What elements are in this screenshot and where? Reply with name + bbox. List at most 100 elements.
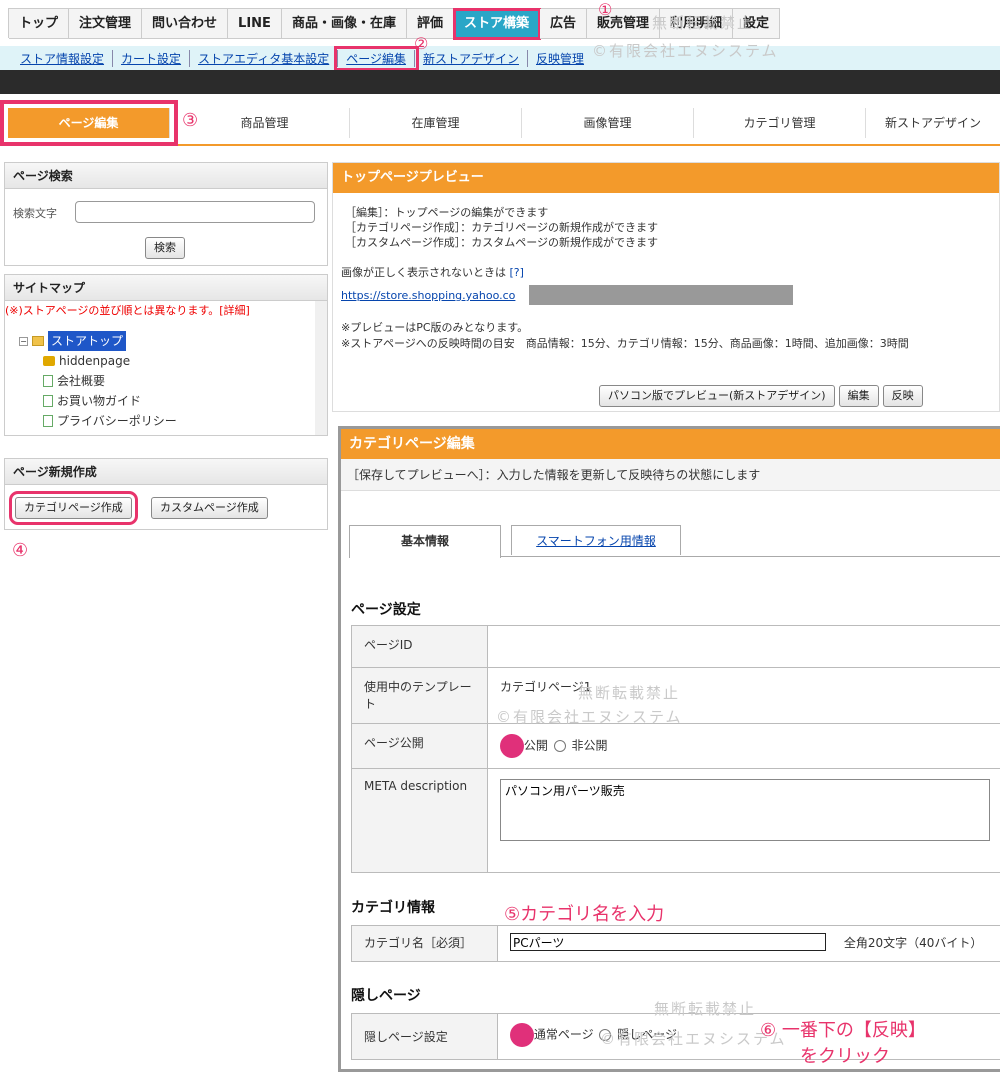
help-line: ［カテゴリページ作成］：カテゴリページの新規作成ができます — [345, 221, 659, 234]
tab-products[interactable]: 商品・画像・在庫 — [281, 9, 407, 39]
watermark-text: ©有限会社エヌシステム — [496, 708, 683, 726]
subnav-store-info[interactable]: ストア情報設定 — [12, 50, 114, 67]
tree-node-label: お買い物ガイド — [57, 394, 142, 408]
normal-page-label: 通常ページ — [533, 1027, 594, 1042]
section-page-settings: ページ設定 — [351, 602, 421, 618]
annotation-step5: ⑤カテゴリ名を入力 — [504, 904, 665, 925]
tree-node-label: hiddenpage — [59, 354, 131, 368]
tab-inquiries[interactable]: 問い合わせ — [142, 9, 229, 39]
tab-new-store-design[interactable]: 新ストアデザイン — [866, 108, 1000, 138]
tree-node-hiddenpage[interactable]: hiddenpage — [19, 351, 177, 371]
image-note-text: 画像が正しく表示されないときは — [341, 266, 506, 279]
tree-node-guide[interactable]: お買い物ガイド — [19, 391, 177, 411]
dark-bar — [0, 70, 1000, 94]
preview-note: ※ストアページへの反映時間の目安 商品情報：15分、カテゴリ情報：15分、商品画… — [341, 337, 909, 350]
tab-store-build[interactable]: ストア構築 — [452, 8, 541, 40]
new-page-title: ページ新規作成 — [5, 459, 327, 485]
folder-icon — [32, 336, 44, 346]
subnav-page-edit[interactable]: ページ編集 — [334, 46, 419, 71]
annotation-step1: ① — [598, 0, 613, 19]
tab-category-manage[interactable]: カテゴリ管理 — [694, 108, 866, 138]
search-label: 検索文字 — [13, 207, 57, 220]
page-icon — [43, 375, 53, 387]
top-page-preview-panel: トップページプレビュー ［編集］：トップページの編集ができます ［カテゴリページ… — [332, 162, 1000, 412]
template-label: 使用中のテンプレート — [351, 667, 488, 724]
publish-options: 公開 非公開 — [487, 723, 1000, 769]
watermark-text: 無断転載禁止 — [652, 14, 755, 32]
subnav-reflect[interactable]: 反映管理 — [528, 50, 592, 67]
category-page-edit-panel: カテゴリページ編集 ［保存してプレビューへ］：入力した情報を更新して反映待ちの状… — [338, 426, 1000, 1072]
subnav-cart[interactable]: カート設定 — [113, 50, 191, 67]
hidden-setting-label: 隠しページ設定 — [351, 1013, 498, 1060]
new-page-panel: ページ新規作成 カテゴリページ作成 カスタムページ作成 — [4, 458, 328, 530]
meta-description-input[interactable]: パソコン用パーツ販売 — [500, 779, 990, 841]
edit-button[interactable]: 編集 — [838, 385, 879, 407]
redaction-bar — [529, 285, 793, 305]
category-edit-title: カテゴリページ編集 — [341, 429, 1000, 459]
search-button[interactable]: 検索 — [145, 237, 185, 259]
subnav-editor-settings[interactable]: ストアエディタ基本設定 — [190, 50, 339, 67]
watermark-text: 無断転載禁止 — [578, 684, 681, 702]
category-edit-tabs: 基本情報 スマートフォン用情報 — [349, 525, 1000, 558]
sitemap-tree: − ストアトップ hiddenpage 会社概要 お買い物ガイド プライバシーポ… — [19, 331, 177, 431]
publish-on-radio[interactable] — [500, 734, 524, 758]
page-icon — [43, 415, 53, 427]
tab-top[interactable]: トップ — [9, 9, 70, 39]
meta-description-cell: パソコン用パーツ販売 — [487, 768, 1000, 873]
section-hidden-page: 隠しページ — [351, 988, 421, 1004]
watermark-text: 無断転載禁止 — [654, 1000, 757, 1018]
collapse-icon[interactable]: − — [19, 336, 28, 346]
category-name-hint: 全角20文字（40バイト） — [843, 935, 983, 950]
store-url-link[interactable]: https://store.shopping.yahoo.co — [341, 289, 515, 302]
sitemap-detail-link[interactable]: [詳細] — [219, 304, 250, 317]
image-help-link[interactable]: [?] — [510, 266, 524, 279]
tree-node-root[interactable]: − ストアトップ — [19, 331, 177, 351]
tab-page-edit[interactable]: ページ編集 — [0, 100, 178, 146]
page-search-title: ページ検索 — [5, 163, 327, 189]
preview-help: ［編集］：トップページの編集ができます ［カテゴリページ作成］：カテゴリページの… — [345, 205, 658, 250]
sitemap-scrollbar[interactable] — [315, 301, 327, 435]
subnav-new-design[interactable]: 新ストアデザイン — [415, 50, 528, 67]
publish-off-radio[interactable] — [553, 740, 566, 752]
category-edit-info: ［保存してプレビューへ］：入力した情報を更新して反映待ちの状態にします — [341, 459, 1000, 491]
category-name-input[interactable] — [510, 933, 826, 951]
tree-node-company[interactable]: 会社概要 — [19, 371, 177, 391]
section-category-info: カテゴリ情報 — [351, 900, 435, 916]
publish-off-label: 非公開 — [571, 738, 608, 753]
watermark-text: ©有限会社エヌシステム — [600, 1030, 787, 1048]
page-id-label: ページID — [351, 625, 488, 668]
pc-preview-button[interactable]: パソコン版でプレビュー(新ストアデザイン) — [599, 385, 835, 407]
tab-image-manage[interactable]: 画像管理 — [522, 108, 694, 138]
tree-node-label: 会社概要 — [57, 374, 106, 388]
preview-title: トップページプレビュー — [333, 163, 999, 193]
tab-stock-manage[interactable]: 在庫管理 — [350, 108, 522, 138]
sitemap-panel: サイトマップ (※)ストアページの並び順とは異なります。[詳細] − ストアトッ… — [4, 274, 328, 436]
category-name-label: カテゴリ名［必須］ — [351, 925, 498, 962]
reflect-button[interactable]: 反映 — [882, 385, 923, 407]
normal-page-radio[interactable] — [510, 1023, 534, 1047]
tab-smartphone-info[interactable]: スマートフォン用情報 — [511, 525, 681, 555]
tab-line[interactable]: LINE — [228, 9, 282, 39]
tab-ads[interactable]: 広告 — [539, 9, 587, 39]
publish-label: ページ公開 — [351, 723, 488, 769]
annotation-step4: ④ — [12, 540, 29, 561]
preview-note: ※プレビューはPC版のみとなります。 — [341, 321, 529, 334]
tab-product-manage[interactable]: 商品管理 — [180, 108, 350, 138]
tree-node-privacy[interactable]: プライバシーポリシー — [19, 411, 177, 431]
create-category-page-button[interactable]: カテゴリページ作成 — [9, 491, 138, 525]
search-input[interactable] — [75, 201, 315, 223]
create-custom-page-button[interactable]: カスタムページ作成 — [151, 497, 268, 519]
sitemap-note: (※)ストアページの並び順とは異なります。[詳細] — [5, 302, 250, 318]
tab-orders[interactable]: 注文管理 — [69, 9, 143, 39]
category-info-table: カテゴリ名［必須］ 全角20文字（40バイト） — [351, 925, 1000, 962]
annotation-step6-line1: ⑥ 一番下の【反映】 — [760, 1020, 926, 1041]
meta-description-label: META description — [351, 768, 488, 873]
page-icon — [43, 395, 53, 407]
publish-on-label: 公開 — [523, 738, 548, 753]
image-note: 画像が正しく表示されないときは [?] — [341, 264, 524, 280]
top-navigation: トップ 注文管理 問い合わせ LINE 商品・画像・在庫 評価 ストア構築 広告… — [0, 0, 1000, 46]
page-settings-table: ページID 使用中のテンプレート カテゴリページ1 ページ公開 公開 非公開 M… — [351, 625, 1000, 873]
tab-basic-info[interactable]: 基本情報 — [349, 525, 501, 558]
watermark-text: ©有限会社エヌシステム — [592, 42, 779, 60]
page-id-value — [487, 625, 1000, 668]
